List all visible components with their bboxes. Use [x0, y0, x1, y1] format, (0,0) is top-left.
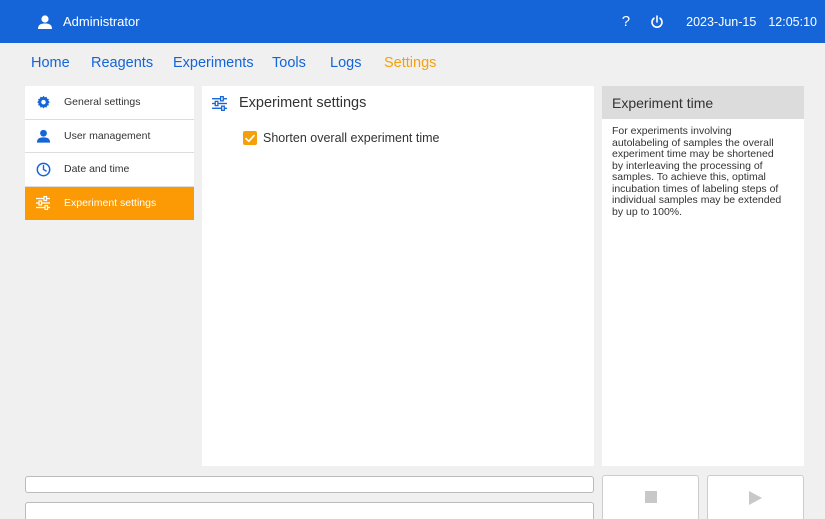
checkmark-icon [245, 134, 255, 142]
sidebar-item-date-and-time[interactable]: Date and time [25, 153, 194, 187]
tab-settings[interactable]: Settings [384, 55, 436, 71]
shorten-time-label: Shorten overall experiment time [263, 131, 440, 145]
page-title: Experiment settings [239, 95, 367, 111]
status-line [25, 476, 594, 493]
sidebar-item-label: User management [64, 129, 151, 142]
sidebar-item-user-management[interactable]: User management [25, 120, 194, 153]
date-display: 2023-Jun-15 [686, 14, 757, 29]
stop-button[interactable] [602, 475, 699, 519]
top-bar: Administrator ? 2023-Jun-15 12:05:10 [0, 0, 825, 43]
user-icon [38, 14, 52, 29]
sidebar-item-label: General settings [64, 96, 141, 109]
sidebar-item-general-settings[interactable]: General settings [25, 86, 194, 120]
info-line: by up to 100%. [612, 205, 683, 218]
user-name: Administrator [63, 14, 140, 29]
sidebar-item-experiment-settings[interactable]: Experiment settings [25, 186, 194, 220]
experiment-settings-panel: Experiment settings Shorten overall expe… [202, 86, 594, 466]
stop-icon [644, 491, 657, 503]
message-area [25, 502, 594, 519]
help-info-panel: Experiment time For experiments involvin… [602, 86, 804, 466]
tab-home[interactable]: Home [31, 55, 70, 71]
info-line: experiment time may be shortened [612, 148, 774, 160]
gear-icon [34, 95, 52, 110]
power-icon [651, 14, 663, 28]
settings-sidebar: General settings User management Date an… [25, 86, 194, 220]
main-nav: Home Reagents Experiments Tools Logs Set… [0, 43, 825, 80]
tab-tools[interactable]: Tools [272, 55, 306, 71]
tab-reagents[interactable]: Reagents [91, 55, 153, 71]
user-info[interactable]: Administrator [37, 14, 140, 29]
tab-experiments[interactable]: Experiments [173, 55, 254, 71]
sliders-icon [212, 95, 227, 111]
info-line: individual samples may be extended [612, 194, 782, 206]
clock-icon [34, 162, 52, 177]
tab-logs[interactable]: Logs [330, 55, 361, 71]
info-line: For experiments involving [612, 125, 732, 137]
info-title: Experiment time [602, 86, 804, 119]
panel-header: Experiment settings [211, 95, 594, 111]
shorten-time-option[interactable]: Shorten overall experiment time [243, 131, 594, 145]
play-icon [749, 491, 762, 505]
help-button[interactable]: ? [622, 13, 630, 30]
info-line: samples. To achieve this, optimal [612, 171, 766, 183]
time-display: 12:05:10 [768, 14, 817, 29]
sidebar-item-label: Date and time [64, 163, 130, 176]
shorten-time-checkbox[interactable] [243, 131, 257, 145]
play-button[interactable] [707, 475, 804, 519]
user-icon [34, 129, 52, 143]
info-body: For experiments involving autolabeling o… [602, 119, 804, 218]
sidebar-item-label: Experiment settings [64, 197, 157, 210]
power-button[interactable] [650, 14, 664, 29]
sliders-icon [34, 196, 52, 211]
